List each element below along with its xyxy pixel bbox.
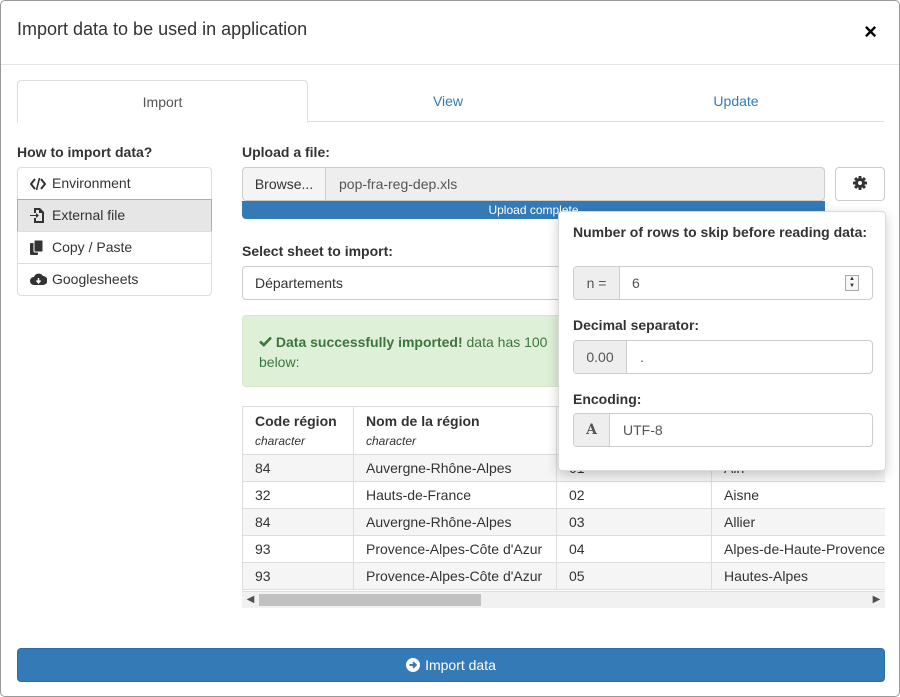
tab-bar: Import View Update (17, 80, 884, 123)
table-cell: Alpes-de-Haute-Provence (711, 535, 885, 563)
tab-update[interactable]: Update (588, 80, 884, 122)
import-dialog: Import data to be used in application × … (0, 0, 900, 697)
code-icon (30, 177, 48, 190)
table-cell: Auvergne-Rhône-Alpes (353, 454, 557, 482)
table-cell: 84 (242, 508, 354, 536)
tab-import[interactable]: Import (17, 80, 308, 123)
alert-text-line2: below: (259, 354, 300, 370)
table-cell: Provence-Alpes-Côte d'Azur (353, 535, 557, 563)
decimal-separator-addon: 0.00 (574, 341, 627, 373)
encoding-input-group: A UTF-8 (573, 413, 873, 447)
table-cell: 03 (556, 508, 712, 536)
sidebar-item-copy-paste[interactable]: Copy / Paste (17, 231, 212, 264)
skip-rows-input-group: n = 6 ▲ ▼ (573, 266, 873, 300)
table-row: 93 Provence-Alpes-Côte d'Azur 05 Hautes-… (242, 562, 885, 590)
import-data-label: Import data (425, 657, 496, 673)
alert-text: data has 100 (462, 334, 548, 350)
tab-view[interactable]: View (308, 80, 588, 122)
table-cell: 02 (556, 481, 712, 509)
encoding-label: Encoding: (573, 391, 642, 407)
file-name-field[interactable]: pop-fra-reg-dep.xls (325, 167, 825, 201)
table-cell: Allier (711, 508, 885, 536)
font-icon: A (574, 414, 610, 446)
copy-icon (30, 240, 48, 255)
settings-button[interactable] (835, 167, 885, 201)
dialog-title: Import data to be used in application (17, 19, 308, 39)
arrow-circle-right-icon (406, 658, 421, 672)
sidebar-item-label: Copy / Paste (52, 239, 133, 255)
table-cell: 93 (242, 562, 354, 590)
skip-rows-input[interactable]: 6 (632, 267, 640, 299)
table-cell: 05 (556, 562, 712, 590)
skip-rows-label: Number of rows to skip before reading da… (573, 224, 868, 240)
scrollbar-thumb[interactable] (259, 594, 481, 606)
column-header: Code région character (242, 406, 354, 455)
import-method-list: Environment External file Copy / Paste G… (17, 167, 212, 296)
alert-strong-text: Data successfully imported! (275, 334, 463, 350)
success-alert: Data successfully imported! data has 100… (242, 315, 572, 387)
dialog-header: Import data to be used in application × (1, 1, 899, 65)
import-method-heading: How to import data? (17, 144, 153, 160)
scroll-left-icon[interactable]: ◀ (242, 592, 259, 608)
decimal-separator-input-group: 0.00 . (573, 340, 873, 374)
sidebar-item-external-file[interactable]: External file (17, 199, 212, 232)
table-row: 32 Hauts-de-France 02 Aisne (242, 481, 885, 509)
import-settings-popover: Number of rows to skip before reading da… (558, 211, 886, 471)
column-type: character (255, 433, 306, 448)
table-cell: 84 (242, 454, 354, 482)
close-button[interactable]: × (864, 19, 877, 45)
column-type: character (366, 433, 417, 448)
table-row: 93 Provence-Alpes-Côte d'Azur 04 Alpes-d… (242, 535, 885, 563)
column-header: Nom de la région character (353, 406, 557, 455)
column-name: Nom de la région (366, 412, 480, 429)
sidebar-item-googlesheets[interactable]: Googlesheets (17, 263, 212, 296)
column-name: Code région (255, 412, 337, 429)
table-cell: 04 (556, 535, 712, 563)
table-cell: Provence-Alpes-Côte d'Azur (353, 562, 557, 590)
table-cell: Hauts-de-France (353, 481, 557, 509)
sidebar-item-label: External file (52, 207, 126, 223)
file-upload: Browse... pop-fra-reg-dep.xls (242, 167, 825, 201)
browse-button[interactable]: Browse... (242, 167, 326, 201)
gear-icon (853, 175, 867, 193)
table-cell: Aisne (711, 481, 885, 509)
table-cell: Hautes-Alpes (711, 562, 885, 590)
table-cell: 32 (242, 481, 354, 509)
decimal-separator-label: Decimal separator: (573, 317, 700, 333)
table-cell: Auvergne-Rhône-Alpes (353, 508, 557, 536)
sidebar-item-label: Environment (52, 175, 131, 191)
skip-rows-addon: n = (574, 267, 620, 299)
encoding-input[interactable]: UTF-8 (623, 414, 663, 446)
sidebar-item-environment[interactable]: Environment (17, 167, 212, 200)
sheet-select[interactable]: Départements (242, 266, 572, 300)
table-row: 84 Auvergne-Rhône-Alpes 03 Allier (242, 508, 885, 536)
sheet-heading: Select sheet to import: (242, 243, 393, 259)
cloud-download-icon (30, 273, 48, 286)
decimal-separator-input[interactable]: . (640, 341, 644, 373)
table-horizontal-scrollbar[interactable]: ◀ ▶ (242, 591, 885, 608)
import-data-button[interactable]: Import data (17, 648, 885, 682)
number-stepper-icon[interactable]: ▲ ▼ (845, 275, 859, 291)
file-import-icon (30, 208, 48, 223)
check-icon (259, 334, 276, 350)
upload-heading: Upload a file: (242, 144, 330, 160)
sidebar-item-label: Googlesheets (52, 271, 139, 287)
scroll-right-icon[interactable]: ▶ (868, 592, 885, 608)
table-cell: 93 (242, 535, 354, 563)
